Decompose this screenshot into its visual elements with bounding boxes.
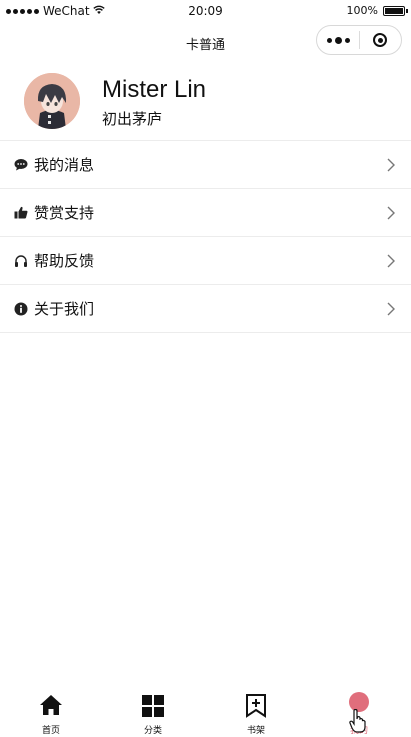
home-icon	[0, 694, 102, 718]
chevron-right-icon	[387, 157, 395, 176]
tab-bookshelf[interactable]: 书架	[205, 683, 307, 736]
menu-item-label: 赞赏支持	[34, 204, 95, 222]
profile-header: Mister Lin 初出茅庐	[0, 72, 411, 138]
user-rank: 初出茅庐	[102, 110, 163, 128]
navigation-bar: 卡普通	[0, 22, 411, 62]
headphones-icon	[14, 254, 28, 268]
settings-menu: 我的消息 赞赏支持 帮助反馈 关于我们	[0, 140, 411, 333]
tab-home[interactable]: 首页	[0, 683, 102, 736]
info-icon	[14, 302, 28, 316]
hand-cursor-icon	[349, 708, 367, 737]
chevron-right-icon	[387, 253, 395, 272]
menu-item-label: 我的消息	[34, 156, 95, 174]
miniprogram-capsule	[316, 25, 402, 55]
menu-item-label: 帮助反馈	[34, 252, 95, 270]
bookmark-plus-icon	[205, 694, 307, 718]
avatar[interactable]	[24, 73, 80, 129]
menu-item-help-feedback[interactable]: 帮助反馈	[0, 237, 411, 285]
menu-item-label: 关于我们	[34, 300, 95, 318]
more-options-button[interactable]	[317, 36, 359, 44]
tab-label: 书架	[246, 726, 265, 736]
tab-category[interactable]: 分类	[102, 683, 204, 736]
menu-item-about-us[interactable]: 关于我们	[0, 285, 411, 333]
battery-icon	[383, 5, 408, 16]
chevron-right-icon	[387, 205, 395, 224]
tab-label: 首页	[41, 726, 60, 736]
thumbs-up-icon	[14, 206, 28, 220]
tab-label: 分类	[143, 726, 162, 736]
target-icon	[373, 33, 388, 47]
user-name: Mister Lin	[102, 76, 207, 103]
close-miniprogram-button[interactable]	[360, 33, 401, 47]
message-icon	[14, 158, 28, 172]
battery-percent: 100%	[346, 4, 378, 17]
status-bar: WeChat 20:09 100%	[0, 0, 411, 22]
menu-item-support[interactable]: 赞赏支持	[0, 189, 411, 237]
menu-item-messages[interactable]: 我的消息	[0, 141, 411, 189]
chevron-right-icon	[387, 301, 395, 320]
grid-icon	[102, 694, 204, 718]
